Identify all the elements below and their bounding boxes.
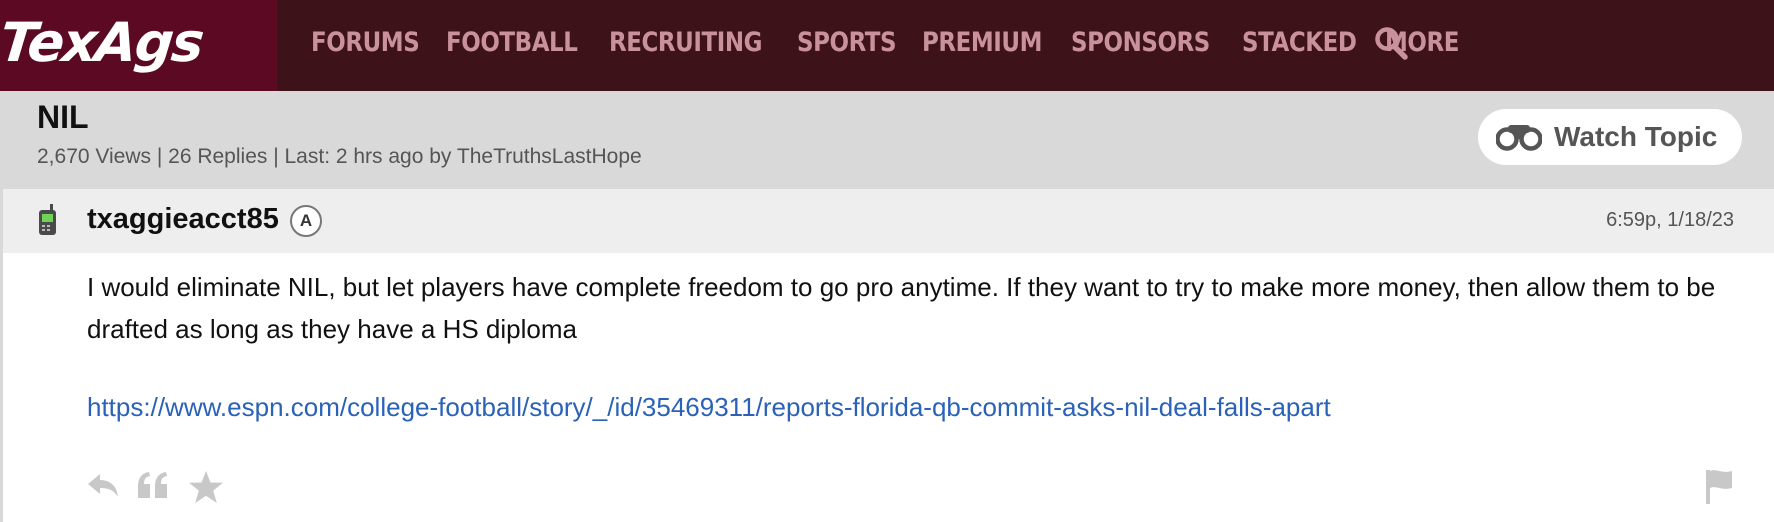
post-header: txaggieacct85 A 6:59p, 1/18/23 bbox=[3, 189, 1774, 253]
watch-topic-label: Watch Topic bbox=[1554, 121, 1718, 152]
star-icon[interactable] bbox=[188, 470, 224, 504]
texags-logo[interactable]: TexAgs bbox=[0, 8, 206, 78]
nav-menu: FORUMS FOOTBALL RECRUITING SPORTS PREMIU… bbox=[311, 0, 1480, 84]
nav-item-premium[interactable]: PREMIUM bbox=[922, 27, 1042, 58]
phone-icon bbox=[39, 204, 56, 235]
reply-icon[interactable] bbox=[86, 470, 120, 500]
quote-icon[interactable] bbox=[136, 470, 170, 500]
user-badge: A bbox=[290, 205, 322, 237]
nav-item-sports[interactable]: SPORTS bbox=[797, 27, 897, 58]
flag-icon[interactable] bbox=[1704, 468, 1734, 506]
post-link[interactable]: https://www.espn.com/college-football/st… bbox=[87, 392, 1331, 423]
nav-item-recruiting[interactable]: RECRUITING bbox=[609, 27, 762, 58]
nav-item-sponsors[interactable]: SPONSORS bbox=[1071, 27, 1210, 58]
search-icon[interactable] bbox=[1374, 26, 1408, 60]
topic-title: NIL bbox=[37, 99, 89, 135]
topic-header: NIL 2,670 Views | 26 Replies | Last: 2 h… bbox=[0, 91, 1774, 191]
top-nav: TexAgs FORUMS FOOTBALL RECRUITING SPORTS… bbox=[0, 0, 1774, 91]
nav-item-football[interactable]: FOOTBALL bbox=[446, 27, 578, 58]
post-body: I would eliminate NIL, but let players h… bbox=[87, 272, 1716, 344]
topic-meta: 2,670 Views | 26 Replies | Last: 2 hrs a… bbox=[37, 145, 642, 168]
watch-topic-button[interactable]: Watch Topic bbox=[1478, 109, 1742, 165]
post-timestamp[interactable]: 6:59p, 1/18/23 bbox=[1606, 209, 1734, 232]
nav-item-forums[interactable]: FORUMS bbox=[311, 27, 420, 58]
post-username[interactable]: txaggieacct85 bbox=[87, 203, 279, 236]
binoculars-icon bbox=[1496, 125, 1542, 151]
logo-box[interactable]: TexAgs bbox=[0, 0, 277, 91]
nav-item-stacked[interactable]: STACKED bbox=[1242, 27, 1357, 58]
